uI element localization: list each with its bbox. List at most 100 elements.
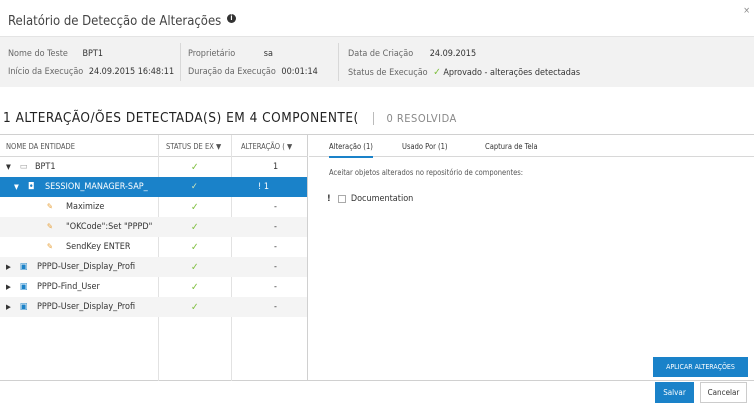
apply-changes-button[interactable]: APLICAR ALTERAÇÕES <box>653 357 748 377</box>
run-duration-label: Duração da Execução <box>188 67 276 77</box>
change-count: 1 <box>273 162 279 172</box>
entity-name: BPT1 <box>35 162 56 172</box>
dialog-title-text: Relatório de Detecção de Alterações <box>8 14 222 29</box>
sort-icon: ▼ <box>215 142 222 151</box>
table-row-component[interactable]: ▶ ▣ PPPD-Find_User ✓ - <box>0 277 307 297</box>
details-tabs: Alteração (1) Usado Por (1) Captura de T… <box>309 135 754 158</box>
run-start-field: Início da Execução 24.09.2015 16:48:11 <box>8 67 174 77</box>
run-start-value: 24.09.2015 16:48:11 <box>88 67 175 77</box>
dialog-title: Relatório de Detecção de Alterações i <box>8 14 236 29</box>
tab-change[interactable]: Alteração (1) <box>329 142 373 158</box>
table-header: NOME DA ENTIDADE STATUS DE EX ▼ ALTERAÇÃ… <box>0 135 308 157</box>
owner-label: Proprietário <box>188 49 236 59</box>
test-name-value: BPT1 <box>82 49 103 59</box>
entity-name: PPPD-Find_User <box>37 282 100 292</box>
component-icon: ▣ <box>20 302 28 312</box>
entity-name: SendKey ENTER <box>66 242 131 252</box>
created-field: Data de Criação 24.09.2015 <box>348 49 476 59</box>
test-name-label: Nome do Teste <box>8 49 68 59</box>
column-header-changes-label: ALTERAÇÃO ( <box>241 142 285 151</box>
created-label: Data de Criação <box>348 49 414 59</box>
check-icon: ✓ <box>191 162 199 173</box>
owner-field: Proprietário sa <box>188 49 273 59</box>
table-row-step[interactable]: ✎ Maximize ✓ - <box>0 197 307 217</box>
run-status-label: Status de Execução <box>348 68 428 78</box>
run-duration-value: 00:01:14 <box>281 67 318 77</box>
save-button[interactable]: Salvar <box>655 382 694 403</box>
info-icon[interactable]: i <box>226 14 236 23</box>
summary-divider <box>180 43 181 81</box>
changes-heading: 1 ALTERAÇÃO/ÕES DETECTADA(S) EM 4 COMPON… <box>3 110 457 126</box>
table-row-step[interactable]: ✎ SendKey ENTER ✓ - <box>0 237 307 257</box>
dialog-footer: Salvar Cancelar <box>0 382 754 419</box>
change-detection-dialog: Relatório de Detecção de Alterações i × … <box>0 0 754 419</box>
heading-divider <box>373 111 375 125</box>
table-row-component[interactable]: ▶ ▣ PPPD-User_Display_Profi ✓ - <box>0 297 307 317</box>
step-pencil-icon: ✎ <box>47 222 54 231</box>
tab-screenshot[interactable]: Captura de Tela <box>485 142 538 151</box>
check-icon: ✓ <box>191 202 199 213</box>
test-name-field: Nome do Teste BPT1 <box>8 49 103 59</box>
entity-name: PPPD-User_Display_Profi <box>37 302 136 312</box>
summary-divider <box>338 43 339 81</box>
change-count: - <box>274 302 277 312</box>
expand-caret-icon[interactable]: ▶ <box>6 303 11 311</box>
check-icon: ✓ <box>191 182 198 192</box>
table-row-session-manager[interactable]: ▼ ◘ SESSION_MANAGER-SAP_ ✓ ! 1 <box>0 177 307 197</box>
change-count: - <box>274 282 277 292</box>
entity-name: "OKCode":Set "PPPD" <box>66 222 153 232</box>
column-header-status-label: STATUS DE EX <box>166 142 214 151</box>
cancel-button[interactable]: Cancelar <box>700 382 747 403</box>
changed-object-item[interactable]: ! Documentation <box>327 194 413 204</box>
created-value: 24.09.2015 <box>429 49 477 59</box>
component-icon: ▣ <box>20 262 28 272</box>
column-header-changes[interactable]: ALTERAÇÃO ( ▼ <box>241 142 292 151</box>
table-row-bpt1[interactable]: ▼ ▭ BPT1 ✓ 1 <box>0 157 307 177</box>
table-row-step[interactable]: ✎ "OKCode":Set "PPPD" ✓ - <box>0 217 307 237</box>
expand-caret-icon[interactable]: ▶ <box>6 283 11 291</box>
run-status-value: Aprovado - alterações detectadas <box>443 68 581 78</box>
sort-icon: ▼ <box>287 142 293 151</box>
component-icon: ▣ <box>20 282 28 292</box>
check-icon: ✓ <box>191 282 199 293</box>
collapse-caret-icon[interactable]: ▼ <box>6 163 11 171</box>
resolved-count-text: 0 RESOLVIDA <box>386 112 457 125</box>
step-pencil-icon: ✎ <box>47 202 54 211</box>
change-count: - <box>274 202 277 212</box>
change-count: - <box>274 222 277 232</box>
details-panel: Alteração (1) Usado Por (1) Captura de T… <box>309 135 754 381</box>
column-header-entity[interactable]: NOME DA ENTIDADE <box>6 142 75 151</box>
warning-marker: ! <box>327 194 331 204</box>
collapse-caret-icon[interactable]: ▼ <box>14 183 19 191</box>
component-icon: ◘ <box>28 182 35 192</box>
owner-value: sa <box>263 49 273 59</box>
close-icon[interactable]: × <box>743 6 750 16</box>
check-icon: ✓ <box>191 222 199 233</box>
detected-count-text: 1 ALTERAÇÃO/ÕES DETECTADA(S) EM 4 COMPON… <box>3 110 359 126</box>
tab-used-by[interactable]: Usado Por (1) <box>402 142 448 151</box>
folder-icon: ▭ <box>20 162 28 172</box>
run-summary-panel: Nome do Teste BPT1 Início da Execução 24… <box>0 36 754 87</box>
entity-name: SESSION_MANAGER-SAP_ <box>45 182 148 192</box>
check-icon: ✓ <box>433 67 441 78</box>
changed-object-label: Documentation <box>350 194 414 204</box>
run-start-label: Início da Execução <box>8 67 84 77</box>
step-pencil-icon: ✎ <box>47 242 54 251</box>
change-count: ! 1 <box>258 182 269 192</box>
accept-description: Aceitar objetos alterados no repositório… <box>329 168 524 177</box>
change-count: - <box>274 242 277 252</box>
column-header-status[interactable]: STATUS DE EX ▼ <box>166 142 221 151</box>
expand-caret-icon[interactable]: ▶ <box>6 263 11 271</box>
content-area: NOME DA ENTIDADE STATUS DE EX ▼ ALTERAÇÃ… <box>0 134 754 381</box>
entity-tree-table: NOME DA ENTIDADE STATUS DE EX ▼ ALTERAÇÃ… <box>0 135 308 381</box>
check-icon: ✓ <box>191 262 199 273</box>
entity-name: PPPD-User_Display_Profi <box>37 262 136 272</box>
change-count: - <box>274 262 277 272</box>
run-status-field: Status de Execução ✓ Aprovado - alteraçõ… <box>348 67 580 78</box>
run-duration-field: Duração da Execução 00:01:14 <box>188 67 318 77</box>
check-icon: ✓ <box>191 302 199 313</box>
table-row-component[interactable]: ▶ ▣ PPPD-User_Display_Profi ✓ - <box>0 257 307 277</box>
check-icon: ✓ <box>191 242 199 253</box>
entity-name: Maximize <box>66 202 105 212</box>
accept-checkbox[interactable] <box>338 194 347 203</box>
